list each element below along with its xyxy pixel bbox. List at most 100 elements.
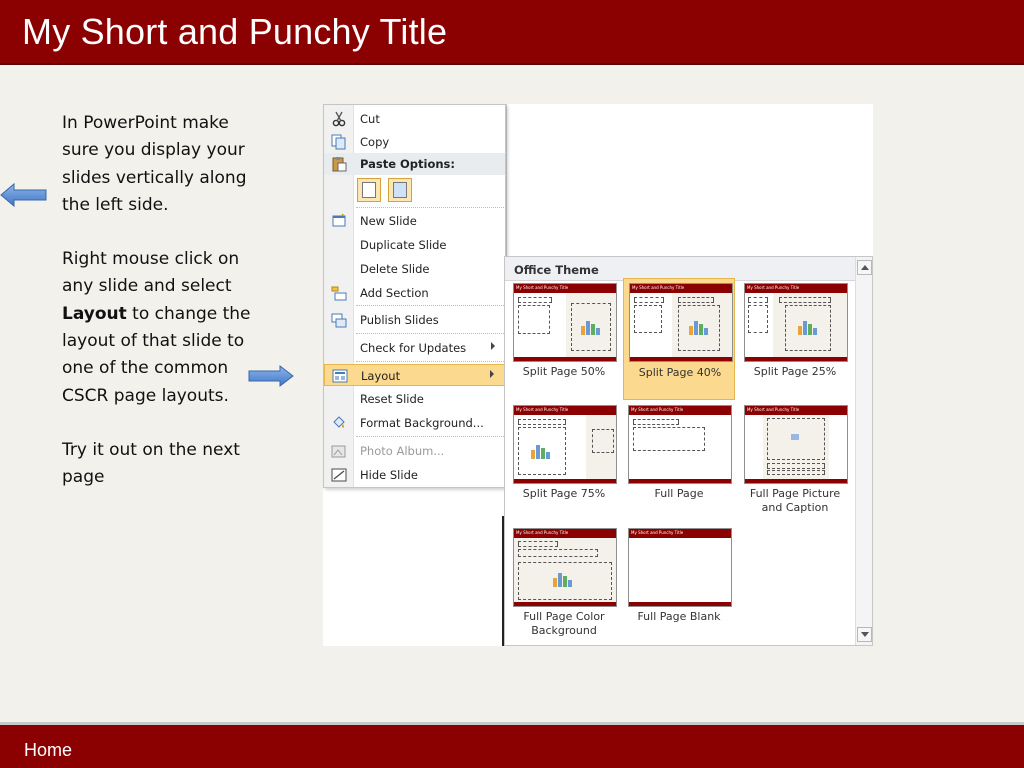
chart-icon — [797, 319, 819, 335]
title-bar: My Short and Punchy Title — [0, 0, 1024, 65]
menu-item-layout[interactable]: Layout — [324, 364, 505, 386]
home-link[interactable]: Home — [24, 740, 72, 761]
menu-separator — [356, 305, 504, 306]
layout-thumbnail: My Short and Punchy Title — [628, 528, 732, 607]
left-arrow-icon — [0, 182, 47, 208]
thumbnail-title: My Short and Punchy Title — [516, 285, 569, 290]
thumbnail-title: My Short and Punchy Title — [747, 407, 800, 412]
menu-item-new-slide[interactable]: New Slide — [324, 210, 505, 232]
thumbnail-footer — [629, 479, 731, 483]
menu-item-label: Check for Updates — [360, 341, 467, 355]
chart-icon — [530, 443, 552, 459]
thumbnail-title: My Short and Punchy Title — [631, 530, 684, 535]
submenu-arrow-icon — [490, 370, 494, 378]
paste-text-icon — [362, 182, 376, 198]
layout-full-page-color-background[interactable]: My Short and Punchy Title Full Page Colo… — [508, 524, 620, 644]
menu-item-label: Photo Album... — [360, 444, 445, 458]
menu-item-reset-slide[interactable]: Reset Slide — [324, 388, 505, 410]
menu-item-format-background[interactable]: Format Background... — [324, 412, 505, 434]
thumbnail-title: My Short and Punchy Title — [747, 285, 800, 290]
layout-caption: Split Page 75% — [522, 487, 606, 500]
layout-thumbnail: My Short and Punchy Title — [513, 405, 617, 484]
placeholder-box — [634, 305, 662, 333]
layout-full-page-blank[interactable]: My Short and Punchy Title Full Page Blan… — [623, 524, 735, 644]
chart-icon — [580, 319, 602, 335]
layout-caption: Full Page Color Background — [523, 610, 605, 637]
menu-item-hide-slide[interactable]: Hide Slide — [324, 464, 505, 486]
thumbnail-footer — [745, 357, 847, 361]
paint-bucket-icon — [333, 416, 345, 428]
placeholder-box — [633, 419, 679, 425]
menu-item-label: Delete Slide — [360, 262, 430, 276]
layout-full-page[interactable]: My Short and Punchy Title Full Page — [623, 401, 735, 521]
paste-icon — [332, 157, 347, 172]
menu-item-label: Layout — [361, 369, 401, 383]
layout-split-page-75[interactable]: My Short and Punchy Title Split Page 75% — [508, 401, 620, 521]
menu-separator — [356, 436, 504, 437]
instruction-paragraph-1: In PowerPoint make sure you display your… — [62, 113, 247, 215]
placeholder-box — [767, 463, 825, 469]
placeholder-box — [518, 541, 558, 547]
thumbnail-title-bar: My Short and Punchy Title — [514, 406, 616, 415]
paste-keep-text-button[interactable] — [357, 178, 381, 202]
slide-title: My Short and Punchy Title — [22, 11, 448, 52]
menu-item-duplicate-slide[interactable]: Duplicate Slide — [324, 234, 505, 256]
gallery-scrollbar[interactable] — [855, 257, 872, 645]
thumbnail-footer — [514, 357, 616, 361]
instruction-paragraph-2: Right mouse click on any slide and selec… — [62, 246, 252, 410]
placeholder-box — [678, 297, 714, 303]
thumbnail-title: My Short and Punchy Title — [632, 285, 685, 290]
scissors-icon — [332, 111, 346, 127]
thumbnail-footer — [630, 357, 732, 361]
scroll-down-icon[interactable] — [857, 627, 872, 642]
placeholder-box — [518, 297, 552, 303]
layout-thumbnail: My Short and Punchy Title — [513, 528, 617, 607]
gallery-header-label: Office Theme — [514, 263, 599, 277]
thumbnail-title-bar: My Short and Punchy Title — [514, 284, 616, 293]
right-arrow-icon — [248, 364, 294, 388]
layout-split-page-50[interactable]: My Short and Punchy Title Split Page 50% — [508, 279, 620, 399]
thumbnail-title: My Short and Punchy Title — [516, 407, 569, 412]
menu-item-check-for-updates[interactable]: Check for Updates — [324, 337, 505, 359]
chart-icon — [552, 571, 574, 587]
menu-item-label: Reset Slide — [360, 392, 424, 406]
instructions: In PowerPoint make sure you display your… — [62, 110, 252, 519]
section-icon — [331, 286, 347, 301]
layout-thumbnail: My Short and Punchy Title — [744, 405, 848, 484]
layout-thumbnail: My Short and Punchy Title — [628, 405, 732, 484]
menu-item-label: Add Section — [360, 286, 429, 300]
layout-gallery: Office Theme My Short and Punchy Title S… — [504, 256, 873, 646]
menu-separator — [356, 361, 504, 362]
menu-item-delete-slide[interactable]: Delete Slide — [324, 258, 505, 280]
menu-item-label: New Slide — [360, 214, 417, 228]
menu-item-label: Copy — [360, 135, 390, 149]
layout-split-page-40[interactable]: My Short and Punchy Title Split Page 40% — [623, 278, 735, 400]
layout-caption: Full Page Blank — [637, 610, 721, 623]
placeholder-box — [748, 297, 768, 303]
layout-icon — [332, 369, 348, 383]
copy-icon — [331, 134, 346, 150]
thumbnail-footer — [745, 479, 847, 483]
placeholder-box — [767, 470, 825, 475]
paste-picture-icon — [393, 182, 407, 198]
menu-item-label: Paste Options: — [360, 157, 456, 171]
thumbnail-title-bar: My Short and Punchy Title — [514, 529, 616, 538]
menu-item-cut[interactable]: Cut — [324, 108, 505, 130]
thumbnail-footer — [514, 479, 616, 483]
layout-caption: Split Page 40% — [638, 366, 722, 379]
layout-split-page-25[interactable]: My Short and Punchy Title Split Page 25% — [739, 279, 851, 399]
scroll-up-icon[interactable] — [857, 260, 872, 275]
layout-thumbnail: My Short and Punchy Title — [744, 283, 848, 362]
placeholder-box — [518, 549, 598, 557]
paste-picture-button[interactable] — [388, 178, 412, 202]
photo-album-icon — [331, 445, 346, 458]
menu-item-add-section[interactable]: Add Section — [324, 282, 505, 304]
thumbnail-title: My Short and Punchy Title — [516, 530, 569, 535]
layout-full-page-picture-and-caption[interactable]: My Short and Punchy Title Full Page Pict… — [739, 401, 851, 521]
thumbnail-title-bar: My Short and Punchy Title — [745, 406, 847, 415]
menu-item-copy[interactable]: Copy — [324, 131, 505, 153]
instruction-text: Right mouse click on any slide and selec… — [62, 249, 240, 297]
menu-item-publish-slides[interactable]: Publish Slides — [324, 309, 505, 331]
placeholder-box — [518, 305, 550, 334]
menu-item-photo-album[interactable]: Photo Album... — [324, 440, 505, 462]
